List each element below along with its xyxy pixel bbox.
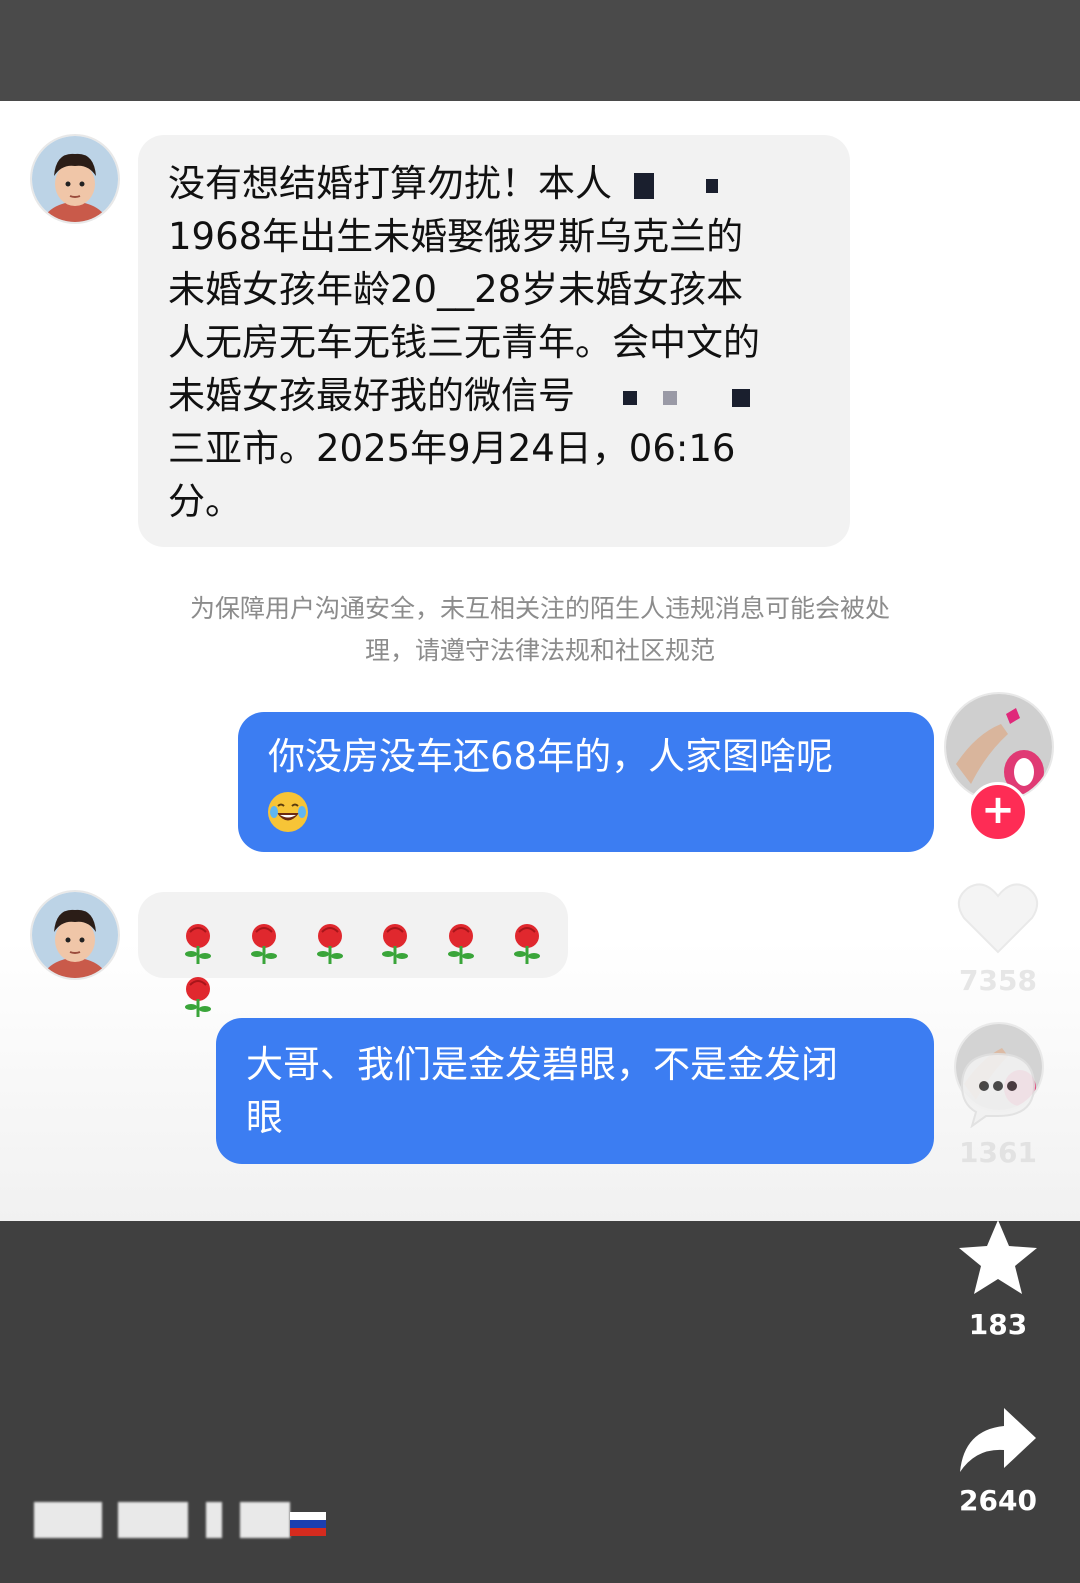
message-line: 三亚市。2025年9月24日，06:16 <box>168 427 736 470</box>
like-action[interactable]: 7358 <box>938 878 1058 997</box>
blurred-text <box>118 1502 188 1538</box>
message-line <box>268 783 934 836</box>
safety-notice: 为保障用户沟通安全，未互相关注的陌生人违规消息可能会被处 理，请遵守法律法规和社… <box>90 588 990 672</box>
rose-icon <box>437 920 485 966</box>
message-bubble-roses[interactable] <box>138 892 568 1017</box>
redacted-block <box>705 178 718 193</box>
flag-icon <box>290 1512 326 1536</box>
rose-icon <box>240 920 288 966</box>
message-bubble-sent[interactable]: 你没房没车还68年的，人家图啥呢 <box>238 712 934 852</box>
message-line: 未婚女孩最好我的微信号 <box>168 369 850 422</box>
message-text: 没有想结婚打算勿扰！本人 <box>168 162 612 205</box>
top-bar <box>0 0 1080 101</box>
redacted-block <box>662 390 677 405</box>
rose-icon <box>371 920 419 966</box>
redacted-block <box>732 388 751 407</box>
comment-action[interactable]: 1361 <box>938 1048 1058 1169</box>
comment-count: 1361 <box>959 1136 1037 1169</box>
rose-icon <box>306 920 354 966</box>
message-bubble-sent[interactable]: 大哥、我们是金发碧眼，不是金发闭 眼 <box>216 1018 934 1164</box>
rose-icon <box>174 973 222 1019</box>
notice-line: 理，请遵守法律法规和社区规范 <box>90 630 990 672</box>
redacted-block <box>633 172 654 199</box>
plus-icon: + <box>981 787 1015 833</box>
laughing-crying-emoji-icon <box>268 791 308 832</box>
cartoon-avatar-image <box>32 136 118 222</box>
message-line: 眼 <box>246 1096 283 1139</box>
notice-text: 为保障用户沟通安全，未互相关注的陌生人违规消息可能会被处 <box>189 594 890 623</box>
message-line: 1968年出生未婚娶俄罗斯乌克兰的 <box>168 215 744 258</box>
blurred-text <box>206 1502 222 1538</box>
star-icon <box>959 1220 1037 1294</box>
favorite-count: 183 <box>968 1308 1028 1341</box>
notice-text: 理，请遵守 <box>364 636 490 665</box>
favorite-action[interactable]: 183 <box>938 1216 1058 1341</box>
share-count: 2640 <box>959 1484 1037 1517</box>
cartoon-avatar-image <box>32 892 118 978</box>
community-rules-link[interactable]: 法律法规和社区规范 <box>490 636 715 665</box>
message-line: 没有想结婚打算勿扰！本人 <box>168 157 850 210</box>
like-count: 7358 <box>959 964 1037 997</box>
follow-plus-button[interactable]: + <box>968 782 1028 842</box>
rose-icon <box>503 920 551 966</box>
comment-icon <box>960 1052 1036 1129</box>
message-text: 未婚女孩最好我的微信号 <box>168 374 575 417</box>
rose-icon <box>174 920 222 966</box>
blurred-text <box>240 1502 290 1538</box>
heart-icon <box>957 883 1039 954</box>
rose-row <box>174 914 568 1020</box>
message-bubble-received[interactable]: 没有想结婚打算勿扰！本人 1968年出生未婚娶俄罗斯乌克兰的 未婚女孩年龄20_… <box>138 135 850 547</box>
message-line: 人无房无车无钱三无青年。会中文的 <box>168 321 760 364</box>
message-line: 大哥、我们是金发碧眼，不是金发闭 <box>246 1043 838 1086</box>
message-line: 分。 <box>168 480 242 523</box>
message-line: 你没房没车还68年的，人家图啥呢 <box>268 735 834 778</box>
blurred-text <box>34 1502 102 1538</box>
sender-avatar[interactable] <box>30 890 120 980</box>
sender-avatar[interactable] <box>30 134 120 224</box>
redacted-block <box>622 390 637 405</box>
share-action[interactable]: 2640 <box>938 1404 1058 1517</box>
share-icon <box>960 1408 1036 1472</box>
message-line: 未婚女孩年龄20__28岁未婚女孩本 <box>168 268 744 311</box>
